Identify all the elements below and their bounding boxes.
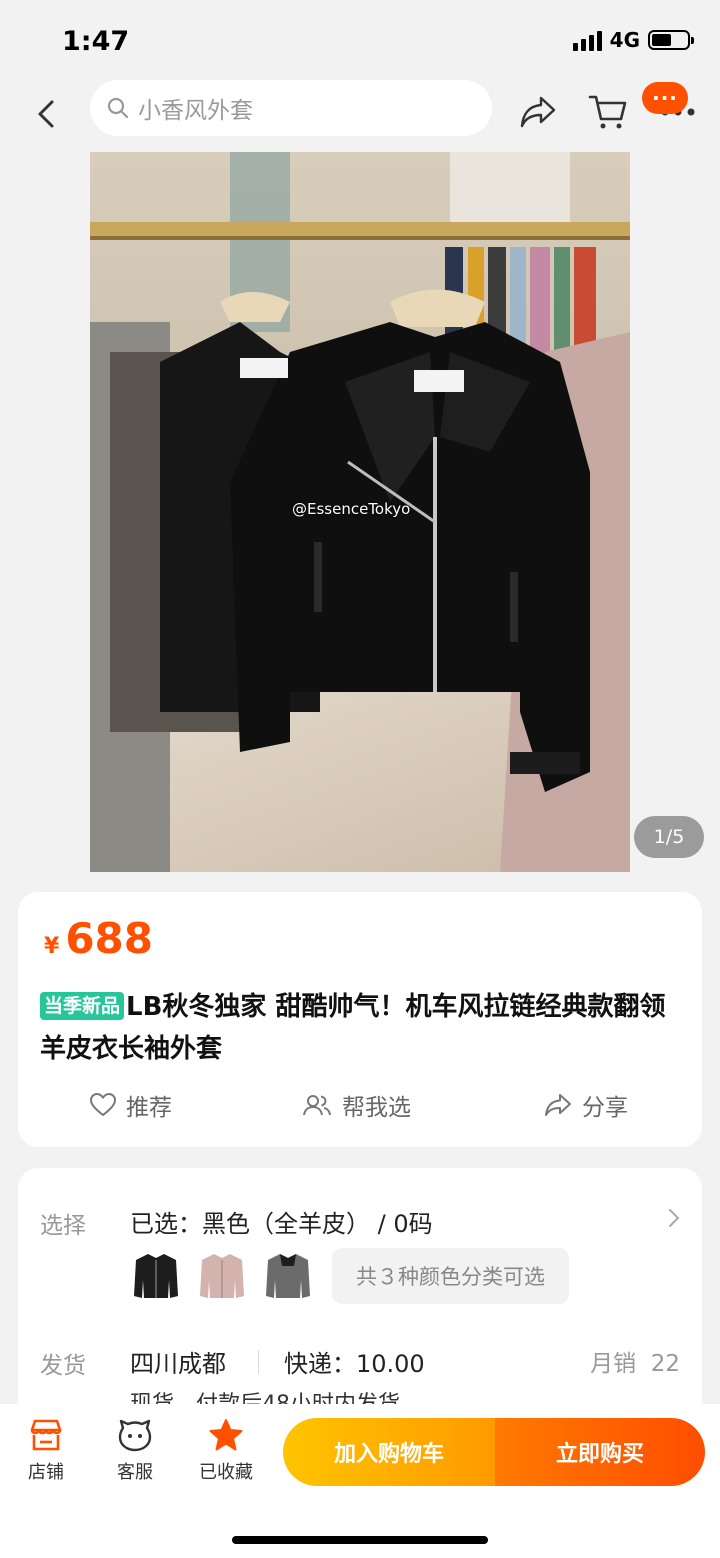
message-badge: ···	[642, 82, 688, 114]
home-indicator[interactable]	[232, 1536, 488, 1544]
customer-service-label: 客服	[117, 1462, 153, 1483]
status-time: 1:47	[62, 26, 130, 57]
product-title-text: LB秋冬独家 甜酷帅气！机车风拉链经典款翻领羊皮衣长袖外套	[40, 992, 666, 1064]
product-title: 当季新品 LB秋冬独家 甜酷帅气！机车风拉链经典款翻领羊皮衣长袖外套	[40, 986, 680, 1070]
help-me-choose-label: 帮我选	[342, 1095, 411, 1121]
shipping-label: 发货	[40, 1353, 86, 1379]
bottom-action-bar: 店铺 客服 已收藏 加入购物车 立即购买	[0, 1404, 720, 1558]
product-actions: 推荐 帮我选 分享	[18, 1088, 702, 1128]
share-icon	[545, 1094, 571, 1116]
jacket-thumbnail-icon	[266, 1254, 310, 1298]
currency-symbol: ¥	[44, 934, 60, 959]
variant-thumb-black[interactable]	[130, 1248, 182, 1304]
signal-icon	[572, 29, 602, 51]
search-placeholder: 小香风外套	[138, 98, 253, 124]
buy-now-button[interactable]: 立即购买	[495, 1418, 705, 1486]
ship-from-location: 四川成都	[130, 1350, 226, 1378]
express-fee: 快递：10.00	[284, 1350, 425, 1378]
help-me-choose-button[interactable]: 帮我选	[302, 1088, 411, 1122]
variant-thumb-grey[interactable]	[262, 1248, 314, 1304]
favorite-tab-label: 已收藏	[199, 1462, 253, 1483]
price: ¥ 688	[44, 914, 153, 963]
favorite-tab[interactable]: 已收藏	[186, 1418, 266, 1484]
image-counter: 1/5	[634, 816, 704, 858]
select-label: 选择	[40, 1213, 86, 1239]
status-icons: 4G	[572, 28, 694, 52]
recommend-label: 推荐	[126, 1095, 172, 1121]
store-tab[interactable]: 店铺	[6, 1418, 86, 1484]
store-tab-label: 店铺	[28, 1462, 64, 1483]
jacket-thumbnail-icon	[134, 1254, 178, 1298]
back-button[interactable]	[28, 92, 64, 136]
more-button[interactable]: ···	[642, 82, 700, 134]
product-gallery[interactable]: @EssenceTokyo 1/5	[0, 152, 720, 872]
top-nav: 小香风外套 ···	[0, 80, 720, 152]
share-button[interactable]	[516, 90, 560, 134]
customer-service-icon	[118, 1419, 152, 1452]
cart-button[interactable]	[586, 90, 630, 134]
monthly-sales-label: 月销	[590, 1351, 637, 1377]
search-bar[interactable]: 小香风外套	[90, 80, 492, 136]
heart-icon	[90, 1093, 116, 1117]
network-type: 4G	[609, 28, 640, 52]
monthly-sales-value: 22	[650, 1351, 680, 1377]
people-icon	[303, 1095, 331, 1116]
new-season-tag: 当季新品	[40, 992, 125, 1020]
variant-thumb-pink[interactable]	[196, 1248, 248, 1304]
variant-thumbnails: 共３种颜色分类可选	[130, 1248, 569, 1304]
add-to-cart-button[interactable]: 加入购物车	[283, 1418, 495, 1486]
selected-variant[interactable]: 已选：黑色（全羊皮） / 0码	[130, 1204, 433, 1239]
product-info-card: ¥ 688 当季新品 LB秋冬独家 甜酷帅气！机车风拉链经典款翻领羊皮衣长袖外套 …	[18, 892, 702, 1147]
chevron-right-icon[interactable]	[668, 1208, 680, 1228]
options-card: 选择 已选：黑色（全羊皮） / 0码 共３种颜色分类可选 发货 四川成都 快递：…	[18, 1168, 702, 1428]
price-value: 688	[65, 914, 153, 963]
store-icon	[30, 1419, 62, 1451]
chevron-left-icon	[38, 100, 54, 128]
share-label: 分享	[582, 1095, 628, 1121]
share-arrow-icon	[520, 96, 556, 128]
status-bar: 1:47 4G	[0, 0, 720, 80]
star-icon	[209, 1419, 243, 1451]
battery-icon	[648, 30, 694, 50]
monthly-sales: 月销 22	[590, 1344, 680, 1378]
jacket-thumbnail-icon	[200, 1254, 244, 1298]
cart-icon	[588, 95, 627, 129]
divider	[258, 1350, 259, 1374]
recommend-button[interactable]: 推荐	[90, 1088, 172, 1122]
watermark: @EssenceTokyo	[292, 500, 411, 518]
share-action-button[interactable]: 分享	[544, 1088, 628, 1122]
variant-count-pill[interactable]: 共３种颜色分类可选	[332, 1248, 569, 1304]
search-icon	[107, 97, 129, 119]
customer-service-tab[interactable]: 客服	[95, 1418, 175, 1484]
product-photo[interactable]: @EssenceTokyo	[90, 152, 630, 872]
